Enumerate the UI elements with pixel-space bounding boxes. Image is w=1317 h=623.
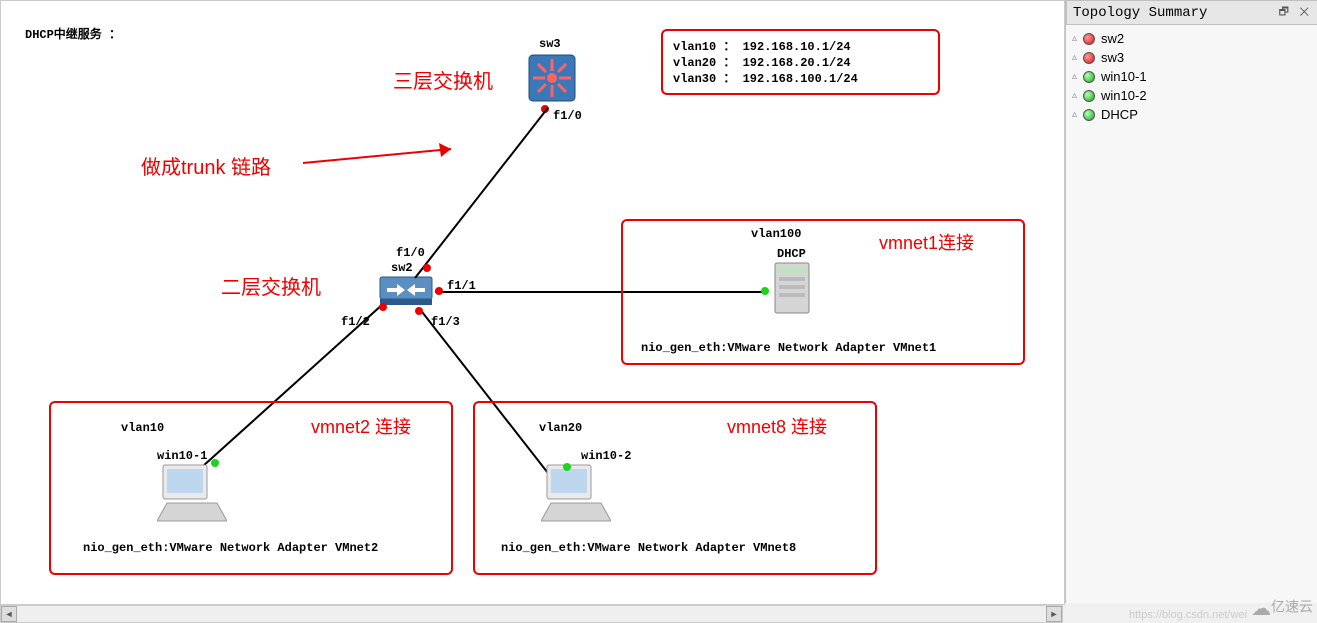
tree-item-win10-2[interactable]: ▵ win10-2 [1068, 86, 1316, 105]
tree-label: DHCP [1101, 107, 1138, 122]
sidebar-title-bar: Topology Summary 🗗 ✕ [1066, 0, 1317, 25]
win1-nic-dot [211, 459, 219, 467]
link-sw2-sw3 [414, 107, 549, 278]
sw2-p2-label: f1/2 [341, 315, 370, 329]
brand-logo: ☁亿速云 [1251, 596, 1313, 621]
sw3-label: sw3 [539, 37, 561, 51]
l3-switch-label: 三层交换机 [393, 65, 493, 94]
topology-canvas-wrap: DHCP中继服务 ： vlan10 ： 192.168.10.1/24 vlan… [0, 0, 1065, 605]
sw3-port-label: f1/0 [553, 109, 582, 123]
pc-icon-win2[interactable] [541, 463, 611, 523]
status-dot-red [1083, 52, 1095, 64]
page-title: DHCP中继服务 ： [25, 25, 121, 42]
topology-canvas[interactable]: DHCP中继服务 ： vlan10 ： 192.168.10.1/24 vlan… [1, 1, 1061, 601]
chevron-right-icon: ▵ [1072, 109, 1077, 120]
dhcp-vlan: vlan100 [751, 227, 801, 241]
chevron-right-icon: ▵ [1072, 52, 1077, 63]
horizontal-scrollbar[interactable]: ◄ ► [0, 605, 1063, 623]
status-dot-red [1083, 33, 1095, 45]
sw2-p1-label: f1/1 [447, 279, 476, 293]
chevron-right-icon: ▵ [1072, 90, 1077, 101]
win1-vlan: vlan10 [121, 421, 164, 435]
watermark: https://blog.csdn.net/wei [1129, 609, 1247, 621]
vmnet1-label: vmnet1连接 [879, 229, 974, 255]
scroll-left-button[interactable]: ◄ [1, 606, 17, 622]
vlan-info-line2: vlan20 ： 192.168.20.1/24 [673, 53, 851, 70]
vmnet8-label: vmnet8 连接 [727, 413, 827, 439]
sw2-p3-label: f1/3 [431, 315, 460, 329]
trunk-arrow [301, 141, 481, 181]
sw2-p0-dot [423, 264, 431, 272]
win2-vlan: vlan20 [539, 421, 582, 435]
tree-label: sw2 [1101, 31, 1124, 46]
status-dot-green [1083, 90, 1095, 102]
win2-nic-dot [563, 463, 571, 471]
sw2-p2-dot [379, 303, 387, 311]
dhcp-nic-dot [761, 287, 769, 295]
sidebar-window-buttons[interactable]: 🗗 ✕ [1279, 3, 1311, 22]
sidebar-title: Topology Summary [1073, 5, 1207, 21]
sw2-label: sw2 [391, 261, 413, 275]
vmnet2-label: vmnet2 连接 [311, 413, 411, 439]
tree-label: sw3 [1101, 50, 1124, 65]
sw2-p1-dot [435, 287, 443, 295]
win1-label: win10-1 [157, 449, 207, 463]
status-dot-green [1083, 109, 1095, 121]
chevron-right-icon: ▵ [1072, 71, 1077, 82]
status-dot-green [1083, 71, 1095, 83]
pc-icon-win1[interactable] [157, 463, 227, 523]
chevron-right-icon: ▵ [1072, 33, 1077, 44]
dhcp-nic: nio_gen_eth:VMware Network Adapter VMnet… [641, 341, 936, 355]
l2-switch-icon[interactable] [379, 276, 433, 306]
tree-item-sw2[interactable]: ▵ sw2 [1068, 29, 1316, 48]
tree-item-win10-1[interactable]: ▵ win10-1 [1068, 67, 1316, 86]
win2-nic: nio_gen_eth:VMware Network Adapter VMnet… [501, 541, 796, 555]
topology-tree[interactable]: ▵ sw2 ▵ sw3 ▵ win10-1 ▵ win10-2 ▵ DHCP [1066, 25, 1317, 128]
l2-switch-label: 二层交换机 [221, 271, 321, 300]
vlan-info-line3: vlan30 ： 192.168.100.1/24 [673, 69, 858, 86]
tree-item-sw3[interactable]: ▵ sw3 [1068, 48, 1316, 67]
trunk-label: 做成trunk 链路 [141, 151, 271, 180]
sw2-p0-label: f1/0 [396, 246, 425, 260]
tree-item-dhcp[interactable]: ▵ DHCP [1068, 105, 1316, 124]
topology-sidebar: Topology Summary 🗗 ✕ ▵ sw2 ▵ sw3 ▵ win10… [1065, 0, 1317, 603]
tree-label: win10-2 [1101, 88, 1147, 103]
win2-label: win10-2 [581, 449, 631, 463]
l3-switch-icon[interactable] [527, 53, 577, 103]
server-icon[interactable] [767, 259, 817, 319]
vlan-info-line1: vlan10 ： 192.168.10.1/24 [673, 37, 851, 54]
win1-nic: nio_gen_eth:VMware Network Adapter VMnet… [83, 541, 378, 555]
tree-label: win10-1 [1101, 69, 1147, 84]
scroll-right-button[interactable]: ► [1046, 606, 1062, 622]
sw2-p3-dot [415, 307, 423, 315]
